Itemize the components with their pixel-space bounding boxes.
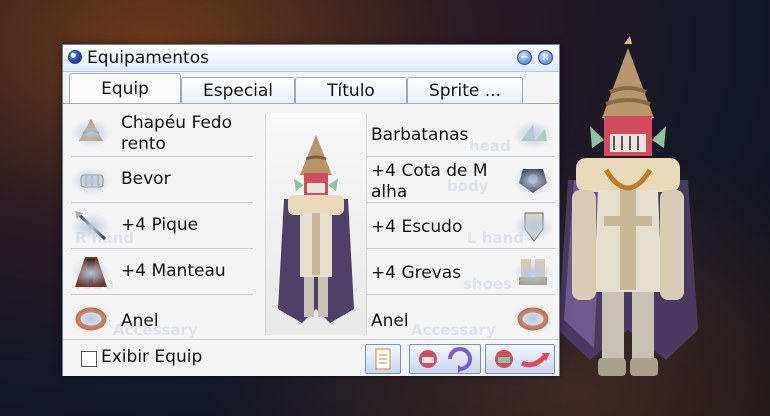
slot-item-name: +4 Escudo (371, 217, 463, 237)
fins-icon (513, 115, 553, 153)
slot-head-mid[interactable]: Bevor (69, 159, 253, 203)
slot-divider (367, 294, 555, 295)
tab-especial[interactable]: Especial (181, 77, 295, 103)
minimize-button[interactable]: − (517, 50, 532, 65)
bottom-bar: Exibir Equip (63, 339, 559, 376)
tab-sprite[interactable]: Sprite ... (407, 77, 523, 103)
slot-ghost-label: head (469, 137, 511, 155)
swap-equipment-button[interactable] (409, 344, 481, 374)
slot-head-low[interactable]: head Barbatanas (367, 113, 557, 157)
arrow-icon (520, 353, 550, 368)
ring-icon (513, 299, 553, 337)
slot-accessory-left[interactable]: Accessary Anel (69, 297, 253, 341)
show-equip-checkbox[interactable] (81, 351, 97, 367)
notes-button[interactable] (365, 344, 401, 374)
slot-ghost-label: Accessary (411, 321, 496, 339)
show-equip-label[interactable]: Exibir Equip (101, 347, 202, 367)
notes-icon (375, 348, 391, 370)
close-button[interactable]: × (538, 50, 553, 65)
title-bar[interactable]: Equipamentos − × (63, 45, 559, 72)
slot-item-name: Barbatanas (371, 125, 469, 145)
slot-divider (71, 156, 253, 157)
slot-divider (367, 202, 555, 203)
slot-item-name: Chapéu Fedo rento (121, 113, 232, 154)
slot-shoes[interactable]: shoes +4 Grevas (367, 251, 557, 295)
mask-icon (71, 161, 111, 199)
slot-ghost-label: shoes (463, 275, 513, 293)
slot-divider (367, 156, 555, 157)
spear-icon (71, 207, 111, 245)
slot-item-name: Anel (121, 311, 159, 331)
refresh-icon (448, 347, 472, 373)
change-costume-button[interactable] (485, 344, 555, 374)
tab-titulo[interactable]: Título (295, 77, 407, 103)
window-menu-icon[interactable] (68, 50, 82, 64)
slot-left-hand[interactable]: L hand +4 Escudo (367, 205, 557, 249)
slot-divider (367, 248, 555, 249)
slot-divider (71, 202, 253, 203)
character-sprite-small (278, 135, 354, 323)
slot-item-name: +4 Manteau (121, 261, 226, 281)
ring-icon (71, 299, 111, 337)
character-face-icon (419, 350, 437, 368)
slot-armor[interactable]: body +4 Cota de M alha (367, 159, 557, 203)
tab-divider (63, 103, 559, 104)
slot-item-name: +4 Cota de M alha (371, 161, 488, 202)
slot-item-name: +4 Grevas (371, 263, 462, 283)
character-preview (265, 113, 367, 335)
slot-garment[interactable]: robe +4 Manteau (69, 251, 253, 295)
slot-divider (71, 248, 253, 249)
equipment-window: Equipamentos − × Equip Especial Título S… (62, 44, 560, 376)
slot-item-name: Anel (371, 311, 409, 331)
greaves-icon (513, 253, 553, 291)
tab-equip[interactable]: Equip (69, 73, 181, 104)
slot-right-hand[interactable]: R hand +4 Pique (69, 205, 253, 249)
slot-item-name: Bevor (121, 169, 171, 189)
tab-bar: Equip Especial Título Sprite ... (63, 73, 559, 104)
manteau-icon (71, 253, 111, 291)
window-title: Equipamentos (87, 48, 209, 68)
chainmail-icon (513, 161, 553, 199)
hat-icon (71, 113, 111, 151)
character-face-icon (495, 350, 513, 368)
shield-icon (513, 207, 553, 245)
slot-head-top[interactable]: Chapéu Fedo rento (69, 111, 253, 157)
character-sprite-large (558, 36, 698, 376)
slot-divider (71, 294, 253, 295)
slot-item-name: +4 Pique (121, 215, 199, 235)
slot-accessory-right[interactable]: Accessary Anel (367, 297, 557, 341)
